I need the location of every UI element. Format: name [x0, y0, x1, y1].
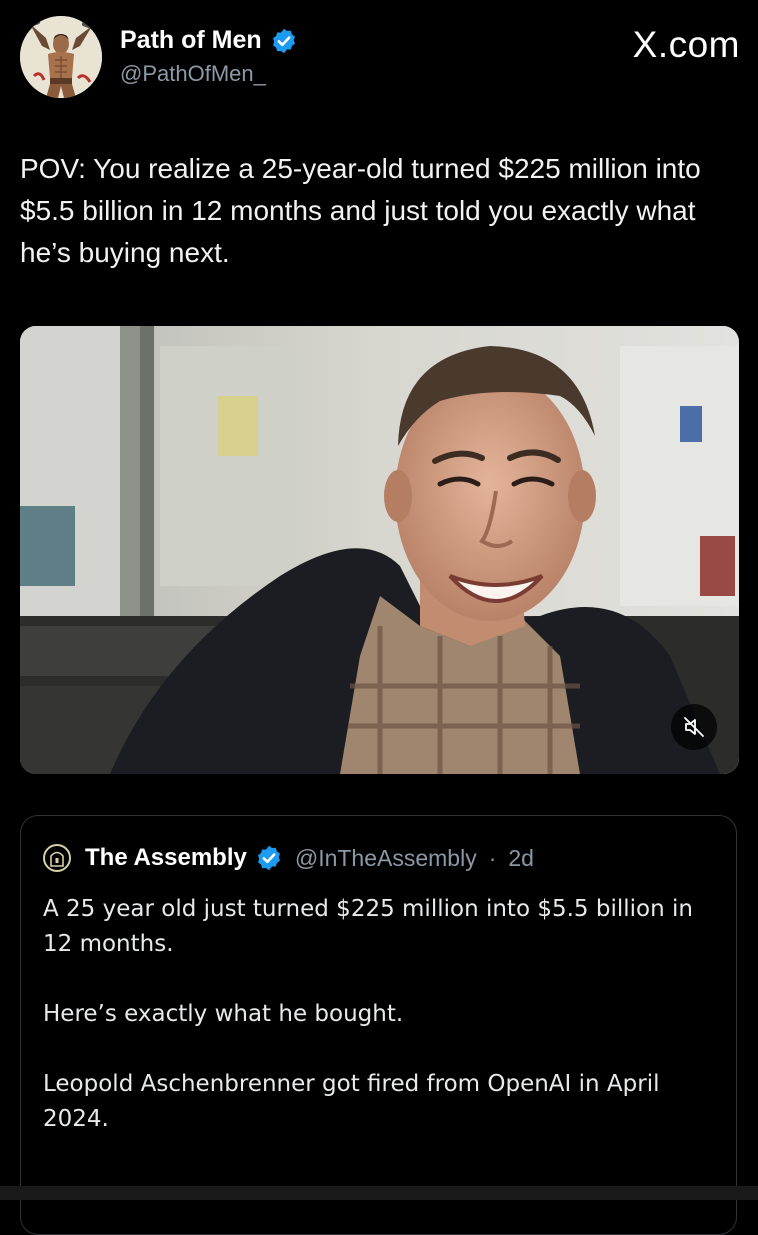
- assembly-logo-icon: [50, 851, 64, 867]
- quoted-author-display-name[interactable]: The Assembly: [85, 844, 247, 872]
- quoted-post-header: The Assembly @InTheAssembly · 2d: [43, 844, 534, 872]
- author-info: Path of Men @PathOfMen_: [120, 26, 298, 87]
- quoted-post-age[interactable]: 2d: [508, 845, 534, 872]
- author-avatar[interactable]: [20, 16, 102, 98]
- post-header: Path of Men @PathOfMen_ X.com: [20, 16, 740, 106]
- quoted-post[interactable]: The Assembly @InTheAssembly · 2d A 25 ye…: [20, 815, 737, 1235]
- quoted-author-handle[interactable]: @InTheAssembly: [295, 845, 477, 872]
- quoted-paragraph: Here’s exactly what he bought.: [43, 1001, 404, 1027]
- author-display-name[interactable]: Path of Men: [120, 26, 262, 55]
- author-name-row: Path of Men: [120, 26, 298, 55]
- author-handle[interactable]: @PathOfMen_: [120, 61, 298, 87]
- post-video[interactable]: [20, 326, 739, 774]
- smiling-man-video-frame: [20, 326, 739, 774]
- quoted-paragraph: Leopold Aschenbrenner got fired from Ope…: [43, 1071, 660, 1132]
- verified-badge-icon: [272, 28, 295, 53]
- x-com-watermark: X.com: [632, 24, 740, 65]
- warrior-avatar-icon: [20, 16, 102, 98]
- post-text: POV: You realize a 25-year-old turned $2…: [20, 153, 701, 268]
- quoted-paragraph: A 25 year old just turned $225 million i…: [43, 896, 693, 957]
- speaker-muted-icon: [684, 717, 704, 737]
- bottom-edge: [0, 1186, 758, 1200]
- quoted-author-avatar[interactable]: [43, 844, 71, 872]
- quoted-separator: ·: [488, 844, 497, 871]
- quoted-post-body: A 25 year old just turned $225 million i…: [43, 892, 703, 1172]
- verified-badge-icon: [257, 845, 280, 871]
- mute-toggle-button[interactable]: [671, 704, 717, 750]
